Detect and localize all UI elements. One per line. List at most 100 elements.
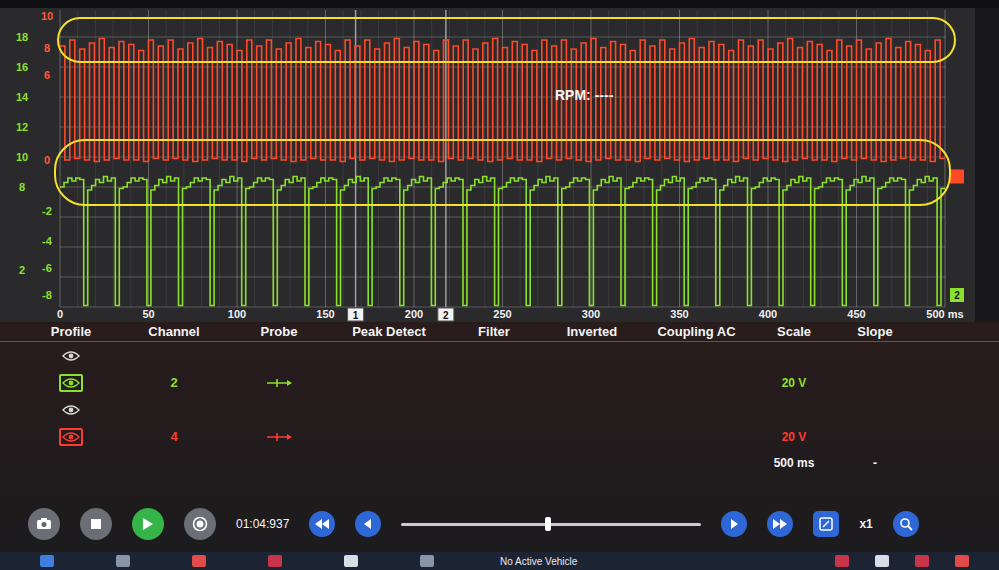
camera-button[interactable] <box>28 508 60 540</box>
cursor-label: 2 <box>443 310 449 321</box>
tray-icon[interactable] <box>915 555 929 567</box>
record-button[interactable] <box>184 508 216 540</box>
channel-row[interactable]: 2 20 V <box>0 369 999 396</box>
channel-header-row: ProfileChannelProbePeak DetectFilterInve… <box>0 322 999 342</box>
slope-value[interactable]: - <box>837 456 913 470</box>
stop-button[interactable] <box>80 508 112 540</box>
slider-thumb[interactable] <box>545 517 551 531</box>
rewind-icon <box>315 519 329 529</box>
grid-line <box>573 10 574 307</box>
tray-icon[interactable] <box>875 555 889 567</box>
y-axis-label: -4 <box>42 235 53 247</box>
status-bar: No Active Vehicle <box>0 552 999 570</box>
play-button[interactable] <box>132 508 164 540</box>
y-axis-label: 14 <box>16 91 29 103</box>
visibility-toggle[interactable] <box>59 401 83 419</box>
column-header: Filter <box>446 324 542 339</box>
app-icon[interactable] <box>344 555 358 567</box>
visibility-toggle[interactable] <box>59 347 83 365</box>
cursor-line[interactable] <box>445 10 447 307</box>
channel-panel: ProfileChannelProbePeak DetectFilterInve… <box>0 322 999 475</box>
channel-scale[interactable]: 20 V <box>751 430 837 444</box>
x-axis-tick: 350 <box>670 308 688 320</box>
grid-line <box>130 10 131 307</box>
visibility-toggle[interactable] <box>59 428 83 446</box>
grid-line <box>60 37 945 38</box>
step-forward-button[interactable] <box>721 511 747 537</box>
x-axis-tick: 100 <box>228 308 246 320</box>
channel-row[interactable] <box>0 396 999 423</box>
column-header: Inverted <box>542 324 642 339</box>
playback-time: 01:04:937 <box>236 517 289 531</box>
grid-line <box>661 10 662 307</box>
app-icon[interactable] <box>116 555 130 567</box>
x-axis-tick: 300 <box>582 308 600 320</box>
app-icon[interactable] <box>192 555 206 567</box>
cursor-handle[interactable] <box>438 308 454 321</box>
waveform-chart[interactable]: 18161412108210860-2-4-6-82RPM: ----05010… <box>0 8 975 322</box>
grid-line <box>838 10 839 307</box>
step-forward-icon <box>729 519 739 529</box>
cursor-label: 1 <box>353 310 359 321</box>
annotation-outline <box>58 18 955 62</box>
app-icon[interactable] <box>420 555 434 567</box>
waveform-line <box>60 177 945 306</box>
channel-marker[interactable] <box>950 170 964 184</box>
channel-number[interactable]: 4 <box>122 429 226 444</box>
bezel <box>0 0 999 8</box>
fast-forward-button[interactable] <box>767 511 793 537</box>
y-axis-label: -6 <box>42 262 52 274</box>
camera-icon <box>36 517 52 530</box>
x-axis-tick: 200 <box>405 308 423 320</box>
fast-forward-icon <box>773 519 787 529</box>
cursor-handle[interactable] <box>348 308 364 321</box>
timebase[interactable]: 500 ms <box>751 456 837 470</box>
x-axis-tick: 400 <box>759 308 777 320</box>
column-header: Probe <box>226 324 332 339</box>
channel-scale[interactable]: 20 V <box>751 376 837 390</box>
y-axis-label: 2 <box>19 264 25 276</box>
rewind-button[interactable] <box>309 511 335 537</box>
home-icon[interactable] <box>40 555 54 567</box>
wifi-icon[interactable] <box>955 555 969 567</box>
playback-bar: 01:04:937 x1 <box>0 495 999 552</box>
app-icon[interactable] <box>268 555 282 567</box>
eye-icon <box>62 377 80 389</box>
step-back-icon <box>363 519 373 529</box>
zoom-button[interactable] <box>893 511 919 537</box>
x-axis-tick: 250 <box>493 308 511 320</box>
annotation-outline <box>55 140 950 205</box>
x-axis-tick: 0 <box>57 308 63 320</box>
stop-icon <box>90 518 102 530</box>
record-icon <box>192 516 208 532</box>
grid-line <box>60 277 945 278</box>
channel-number[interactable]: 2 <box>122 375 226 390</box>
visibility-toggle[interactable] <box>59 374 83 392</box>
bezel <box>975 8 999 322</box>
eye-icon <box>62 350 80 362</box>
chart-ground <box>0 8 975 322</box>
grid-line <box>343 10 344 307</box>
probe-icon[interactable] <box>265 431 293 443</box>
vehicle-status: No Active Vehicle <box>500 556 577 567</box>
y-axis-label: 8 <box>19 181 25 193</box>
probe-icon[interactable] <box>265 377 293 389</box>
y-axis-label: 8 <box>44 42 50 54</box>
channel-marker[interactable] <box>950 288 964 302</box>
grid-line <box>60 10 61 307</box>
y-axis-label: 18 <box>16 31 28 43</box>
tray-icon[interactable] <box>835 555 849 567</box>
channel-row[interactable]: 4 20 V <box>0 423 999 450</box>
y-axis-label: 6 <box>44 69 50 81</box>
rpm-readout: RPM: ---- <box>555 87 614 103</box>
playback-slider[interactable] <box>401 514 701 534</box>
column-header: Peak Detect <box>332 324 446 339</box>
grid-line <box>219 10 220 307</box>
y-axis-label: 10 <box>41 10 53 22</box>
fit-button[interactable] <box>813 511 839 537</box>
grid-line <box>166 10 167 307</box>
y-axis-label: -8 <box>42 289 52 301</box>
x-axis-tick: 450 <box>847 308 865 320</box>
channel-row[interactable] <box>0 342 999 369</box>
step-back-button[interactable] <box>355 511 381 537</box>
